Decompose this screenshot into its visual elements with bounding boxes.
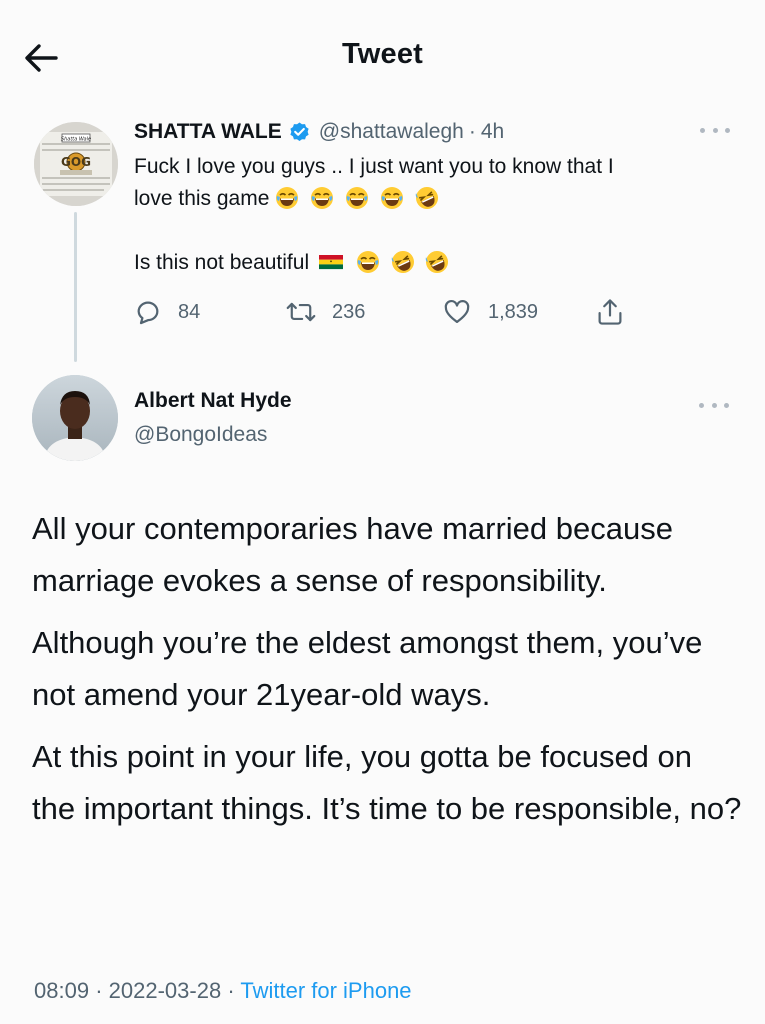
tweet-text-line: Is this not beautiful xyxy=(134,247,744,279)
tweet-date: 2022-03-28 xyxy=(108,978,222,1003)
top-bar: Tweet xyxy=(0,0,765,110)
more-options-icon[interactable] xyxy=(699,398,729,412)
parent-tweet[interactable]: SHATTA WALE @shattawalegh · 4h Fuck I lo… xyxy=(134,115,744,279)
thread-connector-line xyxy=(74,212,77,362)
retweet-count: 236 xyxy=(332,300,366,323)
laughing-tears-emoji-icon xyxy=(380,187,403,209)
tweet-paragraph: Although you’re the eldest amongst them,… xyxy=(32,625,703,712)
retweet-icon xyxy=(286,302,316,322)
laughing-tears-emoji-icon xyxy=(276,187,299,209)
ghana-flag-emoji-icon xyxy=(318,255,343,270)
author-name[interactable]: Albert Nat Hyde xyxy=(134,389,292,413)
reply-icon xyxy=(137,301,159,325)
share-icon xyxy=(598,299,622,325)
tweet-paragraph: All your contemporaries have married bec… xyxy=(32,511,673,598)
author-handle[interactable]: @BongoIdeas xyxy=(134,423,267,447)
verified-badge-icon xyxy=(288,121,311,144)
like-count: 1,839 xyxy=(488,300,539,323)
avatar-caption: Shatta Wale xyxy=(61,137,91,143)
tweet-text-fragment: love this game xyxy=(134,187,270,210)
tweet-text-line: love this game xyxy=(134,183,744,215)
avatar-shatta-wale[interactable]: Shatta Wale GOG xyxy=(34,122,118,206)
tweet-text-line: Fuck I love you guys .. I just want you … xyxy=(134,155,614,178)
laughing-tears-emoji-icon xyxy=(356,251,379,273)
share-button[interactable] xyxy=(596,292,640,332)
rolling-laughing-emoji-icon xyxy=(426,251,449,273)
tweet-timestamp: 08:09 xyxy=(34,978,90,1003)
author-handle[interactable]: @shattawalegh xyxy=(319,120,464,144)
avatar-albert-nat-hyde[interactable] xyxy=(32,375,118,461)
more-options-icon[interactable] xyxy=(700,123,730,137)
laughing-tears-emoji-icon xyxy=(311,187,334,209)
separator-dot: · xyxy=(95,978,103,1003)
separator-dot: · xyxy=(468,120,476,143)
rolling-laughing-emoji-icon xyxy=(415,187,438,209)
laughing-tears-emoji-icon xyxy=(345,187,368,209)
tweet-actions: 84 236 1,839 xyxy=(134,292,654,332)
heart-icon xyxy=(444,299,470,324)
tweet-meta: 08:09 · 2022-03-28 · Twitter for iPhone xyxy=(34,978,412,1004)
parent-tweet-text: Fuck I love you guys .. I just want you … xyxy=(134,151,744,279)
separator-dot: · xyxy=(227,978,235,1003)
tweet-time[interactable]: 4h xyxy=(481,120,504,144)
retweet-button[interactable]: 236 xyxy=(286,292,365,332)
page-title: Tweet xyxy=(341,38,424,70)
parent-tweet-header: SHATTA WALE @shattawalegh · 4h xyxy=(134,115,744,149)
tweet-paragraph: At this point in your life, you gotta be… xyxy=(32,739,742,826)
author-name[interactable]: SHATTA WALE xyxy=(134,120,282,144)
main-tweet-text: All your contemporaries have married bec… xyxy=(32,503,742,845)
avatar-logo: GOG xyxy=(61,155,91,169)
reply-count: 84 xyxy=(178,300,201,323)
avatar-image xyxy=(32,375,118,461)
tweet-text-fragment: Is this not beautiful xyxy=(134,251,310,274)
like-button[interactable]: 1,839 xyxy=(442,292,538,332)
reply-button[interactable]: 84 xyxy=(134,292,200,332)
rolling-laughing-emoji-icon xyxy=(391,251,414,273)
avatar-image: Shatta Wale GOG xyxy=(34,122,118,206)
tweet-source-link[interactable]: Twitter for iPhone xyxy=(240,978,411,1003)
tweet-detail-page: Tweet Shatta Wale GOG SHATTA WALE @shatt… xyxy=(0,0,765,1024)
